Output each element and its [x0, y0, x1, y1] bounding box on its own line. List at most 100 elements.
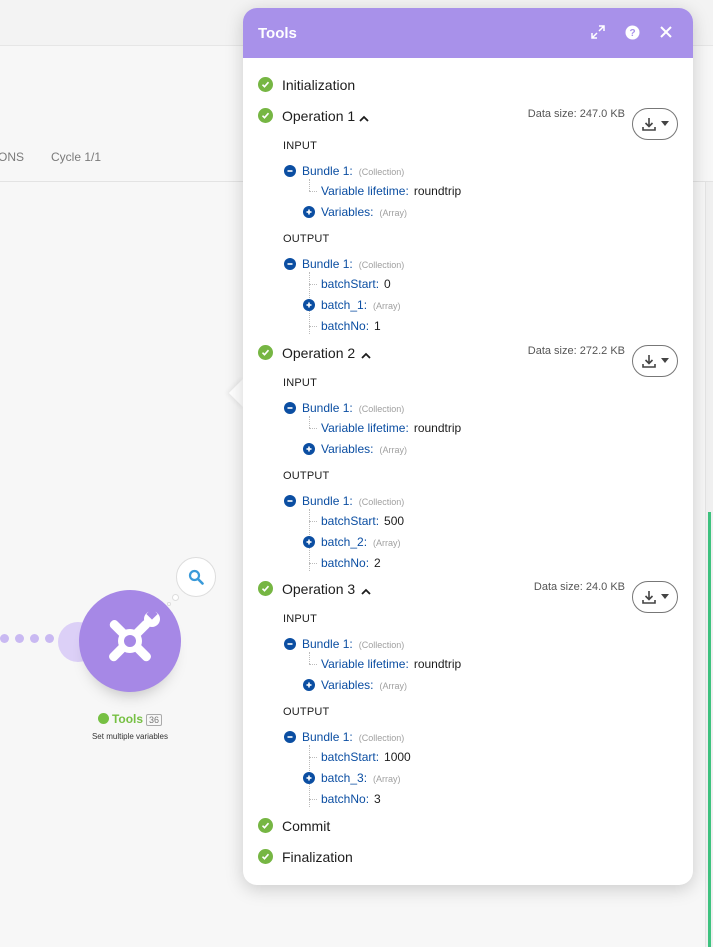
- batch-start-row-key: batchStart:: [321, 750, 380, 764]
- output-bundle-row-key: Bundle 1:: [302, 257, 353, 271]
- close-icon[interactable]: [657, 23, 675, 41]
- batch-start-row-value: 0: [384, 277, 391, 291]
- tree-connector: [309, 563, 317, 564]
- variable-lifetime-row: Variable lifetime: roundtrip: [321, 657, 461, 671]
- input-bundle-row-key: Bundle 1:: [302, 164, 353, 178]
- variable-lifetime-row: Variable lifetime: roundtrip: [321, 421, 461, 435]
- variables-row-key: Variables:: [321, 442, 374, 456]
- panel-header: Tools ?: [243, 8, 693, 58]
- output-bundle-row-type: (Collection): [358, 733, 405, 743]
- expand-variables-icon[interactable]: [303, 206, 315, 218]
- input-bundle-row[interactable]: Bundle 1: (Collection): [302, 637, 404, 651]
- variables-row[interactable]: Variables: (Array): [321, 442, 407, 456]
- section-label[interactable]: Initialization: [282, 77, 355, 93]
- download-button[interactable]: [632, 345, 678, 377]
- expand-batch-icon[interactable]: [303, 536, 315, 548]
- variables-row[interactable]: Variables: (Array): [321, 678, 407, 692]
- section-label[interactable]: Operation 1: [282, 108, 355, 124]
- success-check-icon: [258, 108, 273, 123]
- help-icon[interactable]: ?: [623, 23, 641, 41]
- chevron-down-icon: [661, 594, 669, 599]
- download-button[interactable]: [632, 108, 678, 140]
- collapse-bundle-icon[interactable]: [284, 495, 296, 507]
- collapse-bundle-icon[interactable]: [284, 258, 296, 270]
- input-bundle-row[interactable]: Bundle 1: (Collection): [302, 401, 404, 415]
- tree-connector: [309, 284, 317, 285]
- expand-variables-icon[interactable]: [303, 443, 315, 455]
- expand-icon[interactable]: [589, 23, 607, 41]
- panel-title: Tools: [258, 25, 297, 42]
- variables-row[interactable]: Variables: (Array): [321, 205, 407, 219]
- svg-text:?: ?: [629, 28, 635, 39]
- variable-lifetime-row: Variable lifetime: roundtrip: [321, 184, 461, 198]
- inspect-bubble[interactable]: [176, 557, 216, 597]
- download-button[interactable]: [632, 581, 678, 613]
- collapse-bundle-icon[interactable]: [284, 638, 296, 650]
- batch-no-row: batchNo: 2: [321, 556, 381, 570]
- expand-batch-icon[interactable]: [303, 772, 315, 784]
- tab-operations[interactable]: ONS: [0, 150, 24, 164]
- collapse-bundle-icon[interactable]: [284, 402, 296, 414]
- tree-connector: [309, 428, 317, 429]
- section-label[interactable]: Commit: [282, 818, 330, 834]
- batch-row-type: (Array): [373, 301, 401, 311]
- collapse-bundle-icon[interactable]: [284, 731, 296, 743]
- input-bundle-row[interactable]: Bundle 1: (Collection): [302, 164, 404, 178]
- batch-row[interactable]: batch_3: (Array): [321, 771, 401, 785]
- tree-connector: [309, 799, 317, 800]
- variable-lifetime-row-key: Variable lifetime:: [321, 657, 409, 671]
- batch-start-row-value: 1000: [384, 750, 411, 764]
- success-check-icon: [97, 713, 109, 724]
- batch-start-row-key: batchStart:: [321, 277, 380, 291]
- tree-connector: [309, 416, 310, 428]
- collapse-bundle-icon[interactable]: [284, 165, 296, 177]
- module-subtitle: Set multiple variables: [91, 732, 169, 741]
- batch-row[interactable]: batch_1: (Array): [321, 298, 401, 312]
- expand-variables-icon[interactable]: [303, 679, 315, 691]
- variable-lifetime-row-key: Variable lifetime:: [321, 184, 409, 198]
- collapse-caret-icon[interactable]: [360, 348, 372, 359]
- output-bundle-row-type: (Collection): [358, 260, 405, 270]
- tree-connector: [309, 521, 317, 522]
- output-bundle-row[interactable]: Bundle 1: (Collection): [302, 494, 404, 508]
- input-bundle-row-key: Bundle 1:: [302, 637, 353, 651]
- variables-row-type: (Array): [379, 681, 407, 691]
- success-check-icon: [258, 849, 273, 864]
- batch-no-row-key: batchNo:: [321, 319, 370, 333]
- batch-row[interactable]: batch_2: (Array): [321, 535, 401, 549]
- module-id-badge: 36: [146, 714, 163, 726]
- batch-no-row: batchNo: 3: [321, 792, 381, 806]
- variable-lifetime-row-key: Variable lifetime:: [321, 421, 409, 435]
- output-bundle-row[interactable]: Bundle 1: (Collection): [302, 730, 404, 744]
- variable-lifetime-row-value: roundtrip: [413, 421, 462, 435]
- batch-row-key: batch_2:: [321, 535, 368, 549]
- output-bundle-row[interactable]: Bundle 1: (Collection): [302, 257, 404, 271]
- output-bundle-row-key: Bundle 1:: [302, 730, 353, 744]
- tools-module[interactable]: [79, 590, 181, 692]
- tools-output-panel: Tools ? Initialization Operation 1 Data si…: [243, 8, 693, 885]
- batch-row-type: (Array): [373, 774, 401, 784]
- tree-connector: [309, 652, 310, 664]
- output-label: OUTPUT: [283, 706, 330, 718]
- expand-batch-icon[interactable]: [303, 299, 315, 311]
- success-check-icon: [258, 345, 273, 360]
- success-check-icon: [258, 77, 273, 92]
- batch-row-type: (Array): [373, 538, 401, 548]
- input-bundle-row-type: (Collection): [358, 404, 405, 414]
- collapse-caret-icon[interactable]: [358, 111, 370, 122]
- module-title: Tools 36: [80, 712, 180, 726]
- tree-connector: [309, 179, 310, 191]
- section-label[interactable]: Operation 3: [282, 581, 355, 597]
- variables-row-type: (Array): [379, 208, 407, 218]
- batch-no-row-value: 1: [374, 319, 381, 333]
- section-label[interactable]: Finalization: [282, 849, 353, 865]
- chevron-down-icon: [661, 358, 669, 363]
- batch-no-row-value: 3: [374, 792, 381, 806]
- tab-cycle[interactable]: Cycle 1/1: [51, 150, 101, 164]
- section-label[interactable]: Operation 2: [282, 345, 355, 361]
- variables-row-key: Variables:: [321, 205, 374, 219]
- output-label: OUTPUT: [283, 233, 330, 245]
- bubble-tail: [172, 594, 179, 601]
- right-status-bar: [708, 512, 711, 947]
- collapse-caret-icon[interactable]: [360, 584, 372, 595]
